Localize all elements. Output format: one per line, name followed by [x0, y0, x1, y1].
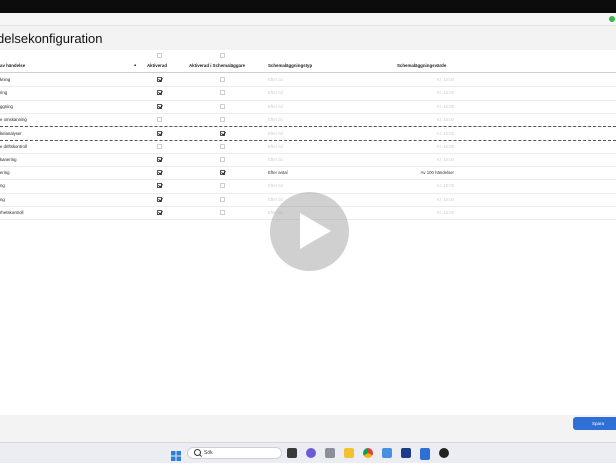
event-name: e omskanning [0, 116, 27, 122]
event-name: ng [0, 183, 5, 189]
schedule-value: Kl. 15:00 [437, 196, 454, 202]
table-row[interactable]: e driftskontroll Efter tid Kl. 15:00 [0, 140, 616, 154]
enabled-checkbox[interactable] [157, 196, 162, 202]
window-chrome [0, 13, 616, 26]
column-header-name[interactable]: av händelse [0, 63, 25, 68]
schedule-type: Efter tid [268, 103, 283, 109]
enabled-checkbox[interactable] [157, 103, 162, 109]
event-name: kning [0, 77, 11, 82]
schedule-value: Kl. 15:00 [437, 183, 454, 189]
event-name: kelanalyser [0, 131, 22, 137]
app-icon-active[interactable] [420, 448, 430, 460]
enabled-checkbox[interactable] [157, 77, 162, 82]
page-header: delsekonfiguration [0, 26, 616, 50]
table-row[interactable]: ering Efter antal Av 100 händelser [0, 166, 616, 181]
enabled-checkbox[interactable] [157, 90, 162, 96]
scheduler-checkbox[interactable] [220, 103, 225, 109]
taskbar-search[interactable]: Sök [187, 447, 282, 459]
schedule-value: Kl. 15:00 [437, 90, 454, 96]
enabled-checkbox[interactable] [157, 131, 162, 137]
search-icon [194, 449, 201, 456]
snipping-tool-icon[interactable] [382, 448, 392, 458]
page-title: delsekonfiguration [0, 31, 103, 46]
schedule-type: Efter tid [268, 183, 283, 189]
sort-icon[interactable]: ▴ [134, 62, 136, 68]
table-row[interactable]: kanering Efter tid Kl. 15:00 [0, 153, 616, 168]
schedule-type: Efter tid [268, 196, 283, 202]
calculator-icon[interactable] [325, 448, 335, 458]
column-header-scheduler[interactable]: Aktiverad i Schemaläggare [189, 63, 245, 68]
schedule-type[interactable]: Efter antal [268, 170, 288, 175]
chat-icon[interactable] [306, 448, 316, 458]
column-header-schedule-type[interactable]: Schemaläggningstyp [268, 63, 312, 68]
schedule-type: Efter tid [268, 131, 283, 137]
schedule-value: Kl. 15:00 [437, 131, 454, 137]
event-name: ggning [0, 103, 13, 109]
schedule-value: Kl. 15:00 [437, 143, 454, 149]
enabled-checkbox[interactable] [157, 170, 162, 176]
status-dot-icon [609, 16, 615, 22]
table-header: av händelse ▴ Aktiverad Aktiverad i Sche… [0, 60, 616, 73]
schedule-type: Efter tid [268, 156, 283, 162]
chrome-icon[interactable] [363, 448, 373, 458]
schedule-value: Kl. 15:00 [437, 156, 454, 162]
scheduler-checkbox[interactable] [220, 77, 225, 82]
event-name: ring [0, 90, 8, 96]
event-name: rhetskontroll [0, 210, 24, 215]
schedule-type: Efter tid [268, 90, 283, 96]
table-row[interactable]: kning Efter tid Kl. 15:00 [0, 73, 616, 88]
play-icon[interactable] [270, 192, 349, 271]
task-view-icon[interactable] [287, 448, 297, 458]
app-icon-blue[interactable] [401, 448, 411, 458]
schedule-value: Kl. 15:00 [437, 116, 454, 122]
event-name: e driftskontroll [0, 143, 27, 149]
scheduler-checkbox[interactable] [220, 90, 225, 96]
table-row[interactable]: e omskanning Efter tid Kl. 15:00 [0, 113, 616, 128]
enabled-checkbox[interactable] [157, 183, 162, 189]
scheduler-checkbox[interactable] [220, 170, 225, 176]
search-label: Sök [204, 450, 213, 456]
schedule-value[interactable]: Av 100 händelser [421, 170, 454, 175]
app-icon-dark[interactable] [439, 448, 449, 458]
schedule-value: Kl. 15:00 [437, 103, 454, 109]
scheduler-checkbox[interactable] [220, 131, 225, 137]
event-name: ng [0, 196, 5, 202]
file-explorer-icon[interactable] [344, 448, 354, 458]
schedule-type: Efter tid [268, 116, 283, 122]
save-button[interactable]: Spara [573, 417, 616, 430]
top-black-bar [0, 0, 616, 13]
table-row[interactable]: ggning Efter tid Kl. 15:00 [0, 100, 616, 114]
enabled-checkbox[interactable] [157, 210, 162, 215]
scheduler-checkbox[interactable] [220, 183, 225, 189]
schedule-type: Efter tid [268, 143, 283, 149]
column-header-schedule-value[interactable]: Schemaläggningsvärde [397, 63, 446, 68]
scheduler-checkbox[interactable] [220, 143, 225, 149]
schedule-type: Efter tid [268, 77, 283, 82]
schedule-value: Kl. 15:00 [437, 210, 454, 215]
table-row[interactable]: ring Efter tid Kl. 15:00 [0, 86, 616, 101]
scheduler-checkbox[interactable] [220, 116, 225, 122]
footer-bar [0, 415, 616, 442]
column-header-enabled[interactable]: Aktiverad [147, 63, 167, 68]
event-name: ering [0, 170, 10, 176]
select-all-enabled-checkbox[interactable] [157, 53, 162, 58]
taskbar: Sök [0, 442, 616, 463]
scheduler-checkbox[interactable] [220, 156, 225, 162]
enabled-checkbox[interactable] [157, 116, 162, 122]
select-all-scheduler-checkbox[interactable] [220, 53, 225, 58]
enabled-checkbox[interactable] [157, 156, 162, 162]
schedule-value: Kl. 15:00 [437, 77, 454, 82]
enabled-checkbox[interactable] [157, 143, 162, 149]
scheduler-checkbox[interactable] [220, 196, 225, 202]
event-name: kanering [0, 156, 17, 162]
windows-start-icon[interactable] [171, 448, 181, 461]
scheduler-checkbox[interactable] [220, 210, 225, 215]
